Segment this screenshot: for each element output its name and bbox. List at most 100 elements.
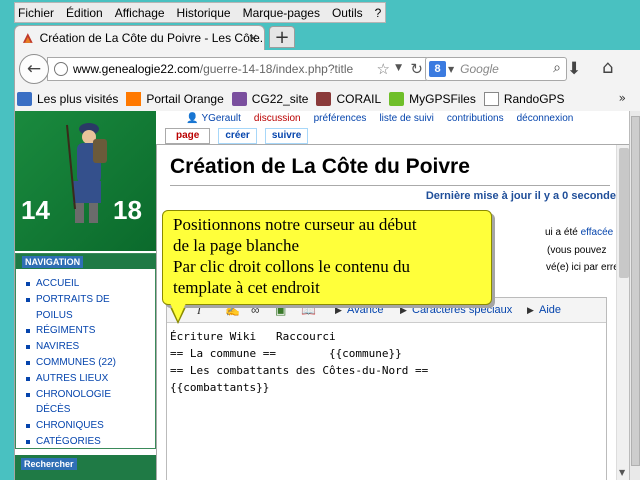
google-icon[interactable]: 8: [429, 61, 446, 77]
menu-affichage[interactable]: Affichage: [115, 6, 165, 20]
nav-item-chroniques[interactable]: CHRONIQUES: [24, 418, 116, 434]
more-bookmarks-icon[interactable]: »: [619, 91, 626, 105]
url-host: www.genealogie22.com: [73, 62, 200, 76]
tab-create[interactable]: créer: [218, 128, 257, 144]
menu-outils[interactable]: Outils: [332, 6, 363, 20]
edit-textarea[interactable]: Écriture Wiki Raccourci == La commune == …: [170, 328, 428, 396]
url-path: /guerre-14-18/index.php?title: [199, 62, 354, 76]
history-dropdown-icon[interactable]: ▼: [395, 63, 402, 73]
bookmark-label: Portail Orange: [146, 92, 224, 106]
deletion-log-link[interactable]: effacée: [581, 227, 614, 238]
new-tab-button[interactable]: +: [269, 26, 295, 48]
notice-line-1: ui a été effacée ⧉.: [545, 227, 625, 238]
tab-page[interactable]: page: [165, 128, 211, 144]
nav-item-chronologie[interactable]: CHRONOLOGIE: [24, 387, 116, 403]
tab-title: Création de La Côte du Poivre - Les Côte…: [39, 31, 264, 45]
reload-icon[interactable]: ↻: [410, 60, 423, 78]
discussion-link[interactable]: discussion: [254, 113, 301, 124]
tab-follow[interactable]: suivre: [264, 128, 309, 144]
search-bar[interactable]: 8 ▼ Google ⌕: [425, 57, 567, 81]
back-arrow-icon: ←: [26, 59, 42, 79]
soldier-icon: [66, 123, 107, 223]
url-text[interactable]: www.genealogie22.com/guerre-14-18/index.…: [73, 62, 361, 76]
site-logo[interactable]: 14 18: [15, 111, 156, 251]
content-scroll-thumb[interactable]: [619, 148, 629, 278]
advanced-tab[interactable]: Avancé: [347, 304, 384, 316]
navigation-heading-label: NAVIGATION: [22, 256, 84, 268]
edit-line: {{combattants}}: [170, 381, 270, 394]
wiki-editor: B I ✍ ∞ ▣ 📖 ▶ Avancé ▶ Caractères spécia…: [166, 297, 607, 480]
bookmark-mygpsfiles[interactable]: MyGPSFiles: [389, 92, 476, 106]
italic-icon[interactable]: I: [197, 303, 201, 318]
home-icon[interactable]: ⌂: [602, 57, 613, 78]
mygps-icon: [389, 92, 405, 106]
watchlist-link[interactable]: liste de suivi: [379, 113, 433, 124]
nav-item-portraits[interactable]: PORTRAITS DE: [24, 292, 116, 308]
bookmarks-toolbar: Les plus visités Portail Orange CG22_sit…: [14, 87, 640, 111]
image-icon[interactable]: ▣: [275, 303, 286, 317]
main-content: Création de La Côte du Poivre Dernière m…: [156, 144, 629, 480]
search-icon[interactable]: ⌕: [553, 60, 561, 76]
annotation-callout: Positionnons notre curseur au début de l…: [162, 210, 492, 305]
window-scroll-thumb[interactable]: [631, 116, 640, 466]
advanced-arrow-icon: ▶: [335, 305, 342, 315]
notice-text: ui a été: [545, 227, 578, 238]
special-characters-tab[interactable]: Caractères spéciaux: [412, 304, 512, 316]
bookmark-label: Les plus visités: [37, 92, 119, 106]
engine-dropdown-icon[interactable]: ▼: [448, 65, 454, 74]
globe-icon: [54, 62, 68, 76]
nav-item-chronologie-cont[interactable]: DÉCÈS: [24, 402, 116, 418]
logo-year-start: 14: [21, 195, 50, 225]
nav-item-navires[interactable]: NAVIRES: [24, 339, 116, 355]
menu-aide[interactable]: ?: [375, 6, 382, 20]
url-bar[interactable]: www.genealogie22.com/guerre-14-18/index.…: [47, 57, 429, 81]
nav-item-autres-lieux[interactable]: AUTRES LIEUX: [24, 371, 116, 387]
orange-icon: [126, 92, 142, 106]
contributions-link[interactable]: contributions: [447, 113, 504, 124]
menu-bar: Fichier Édition Affichage Historique Mar…: [14, 2, 386, 23]
personal-tools: 👤 YGerault discussion préférences liste …: [186, 111, 616, 126]
cg22-icon: [231, 92, 247, 106]
nav-item-regiments[interactable]: RÉGIMENTS: [24, 323, 116, 339]
bookmark-portail-orange[interactable]: Portail Orange: [126, 92, 224, 106]
menu-historique[interactable]: Historique: [177, 6, 231, 20]
callout-line: de la page blanche: [173, 236, 300, 255]
callout-line: Par clic droit collons le contenu du: [173, 257, 410, 276]
search-input[interactable]: Google: [460, 62, 499, 76]
help-tab[interactable]: Aide: [539, 304, 561, 316]
corail-icon: [316, 92, 332, 106]
bookmark-star-icon[interactable]: ☆: [377, 60, 390, 78]
edit-line: == Les combattants des Côtes-du-Nord ==: [170, 364, 429, 377]
menu-edition[interactable]: Édition: [66, 6, 103, 20]
menu-marque-pages[interactable]: Marque-pages: [243, 6, 320, 20]
bookmark-les-plus-visites[interactable]: Les plus visités: [17, 92, 118, 106]
bookmark-randogps[interactable]: RandoGPS: [483, 92, 565, 106]
nav-item-accueil[interactable]: ACCUEIL: [24, 276, 116, 292]
browser-tab[interactable]: Création de La Côte du Poivre - Les Côte…: [14, 25, 265, 50]
nav-item-portraits-cont[interactable]: POILUS: [24, 308, 116, 324]
bookmark-corail[interactable]: CORAIL: [316, 92, 381, 106]
user-icon: 👤: [186, 113, 199, 124]
download-icon[interactable]: ⬇: [567, 59, 581, 79]
preferences-link[interactable]: préférences: [314, 113, 367, 124]
link-icon[interactable]: ∞: [251, 303, 260, 317]
user-link[interactable]: YGerault: [201, 113, 240, 124]
nav-item-categories[interactable]: CATÉGORIES: [24, 434, 116, 450]
content-scrollbar[interactable]: ▼: [616, 145, 629, 480]
reference-icon[interactable]: 📖: [301, 303, 316, 317]
edit-line: == La commune == {{commune}}: [170, 347, 402, 360]
close-tab-icon[interactable]: ×: [248, 31, 258, 45]
signature-icon[interactable]: ✍: [225, 303, 240, 317]
bookmark-label: MyGPSFiles: [409, 92, 476, 106]
help-arrow-icon: ▶: [527, 305, 534, 315]
page-tabs: page créer suivre: [165, 128, 316, 144]
bookmark-cg22-site[interactable]: CG22_site: [231, 92, 309, 106]
menu-fichier[interactable]: Fichier: [18, 6, 54, 20]
bookmark-label: CG22_site: [251, 92, 309, 106]
nav-item-communes[interactable]: COMMUNES (22): [24, 355, 116, 371]
navigation-heading: NAVIGATION: [16, 254, 157, 269]
logout-link[interactable]: déconnexion: [517, 113, 574, 124]
window-scrollbar[interactable]: [629, 111, 640, 480]
back-button[interactable]: ←: [19, 54, 49, 84]
scroll-down-icon[interactable]: ▼: [619, 468, 625, 477]
